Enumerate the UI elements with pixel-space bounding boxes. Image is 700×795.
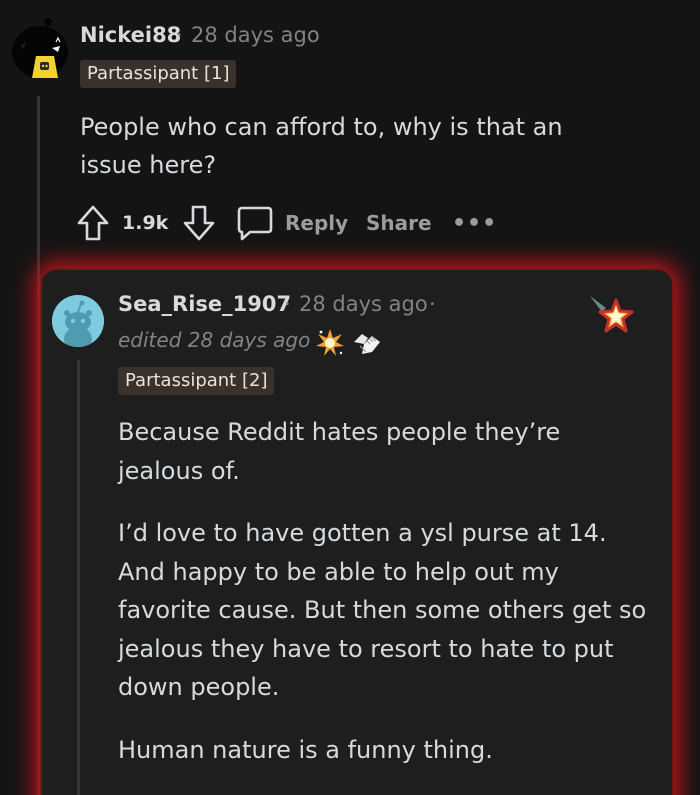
upvote-icon [77, 205, 109, 241]
comment-icon [237, 206, 273, 241]
comment-button[interactable] [236, 202, 276, 244]
award-hands-icon[interactable] [350, 328, 384, 358]
thread-line[interactable] [37, 266, 40, 795]
timestamp[interactable]: 28 days ago [299, 292, 428, 316]
upvote-button[interactable] [76, 202, 112, 244]
thread-line[interactable] [77, 360, 80, 795]
comment-paragraph: I’d love to have gotten a ysl purse at 1… [118, 519, 647, 701]
award-star-icon[interactable] [588, 294, 636, 338]
separator-dot: · [284, 292, 291, 316]
timestamp[interactable]: 28 days ago [191, 23, 320, 47]
comment-actions: 1.9k Reply Share ••• [76, 202, 496, 244]
comment-thread: Nickei88 · 28 days ago Partassipant [1] … [0, 0, 700, 795]
comment-paragraph: Because Reddit hates people they’re jeal… [118, 418, 561, 485]
user-flair: Partassipant [1] [80, 60, 237, 88]
separator-dot: · [429, 292, 436, 316]
share-button[interactable]: Share [366, 202, 432, 244]
comment-body: People who can afford to, why is that an… [80, 113, 563, 179]
user-flair: Partassipant [2] [118, 367, 275, 395]
comment-paragraph: Human nature is a funny thing. [118, 735, 493, 764]
comment-body: Because Reddit hates people they’re jeal… [118, 413, 648, 793]
edited-label: edited 28 days ago [118, 328, 311, 352]
snoo-avatar-icon[interactable] [10, 16, 72, 84]
snoo-avatar-icon[interactable] [52, 295, 104, 347]
default-avatar-icon [52, 295, 104, 347]
thread-line[interactable] [37, 96, 40, 266]
vote-score: 1.9k [122, 212, 169, 234]
downvote-button[interactable] [182, 202, 218, 244]
username[interactable]: Sea_Rise_1907 [118, 292, 291, 316]
more-icon[interactable]: ••• [452, 202, 497, 244]
username[interactable]: Nickei88 [80, 23, 181, 47]
downvote-icon [183, 205, 215, 241]
separator-dot: · [176, 23, 183, 47]
award-burst-icon[interactable] [315, 328, 345, 358]
reply-button[interactable]: Reply [285, 202, 348, 244]
